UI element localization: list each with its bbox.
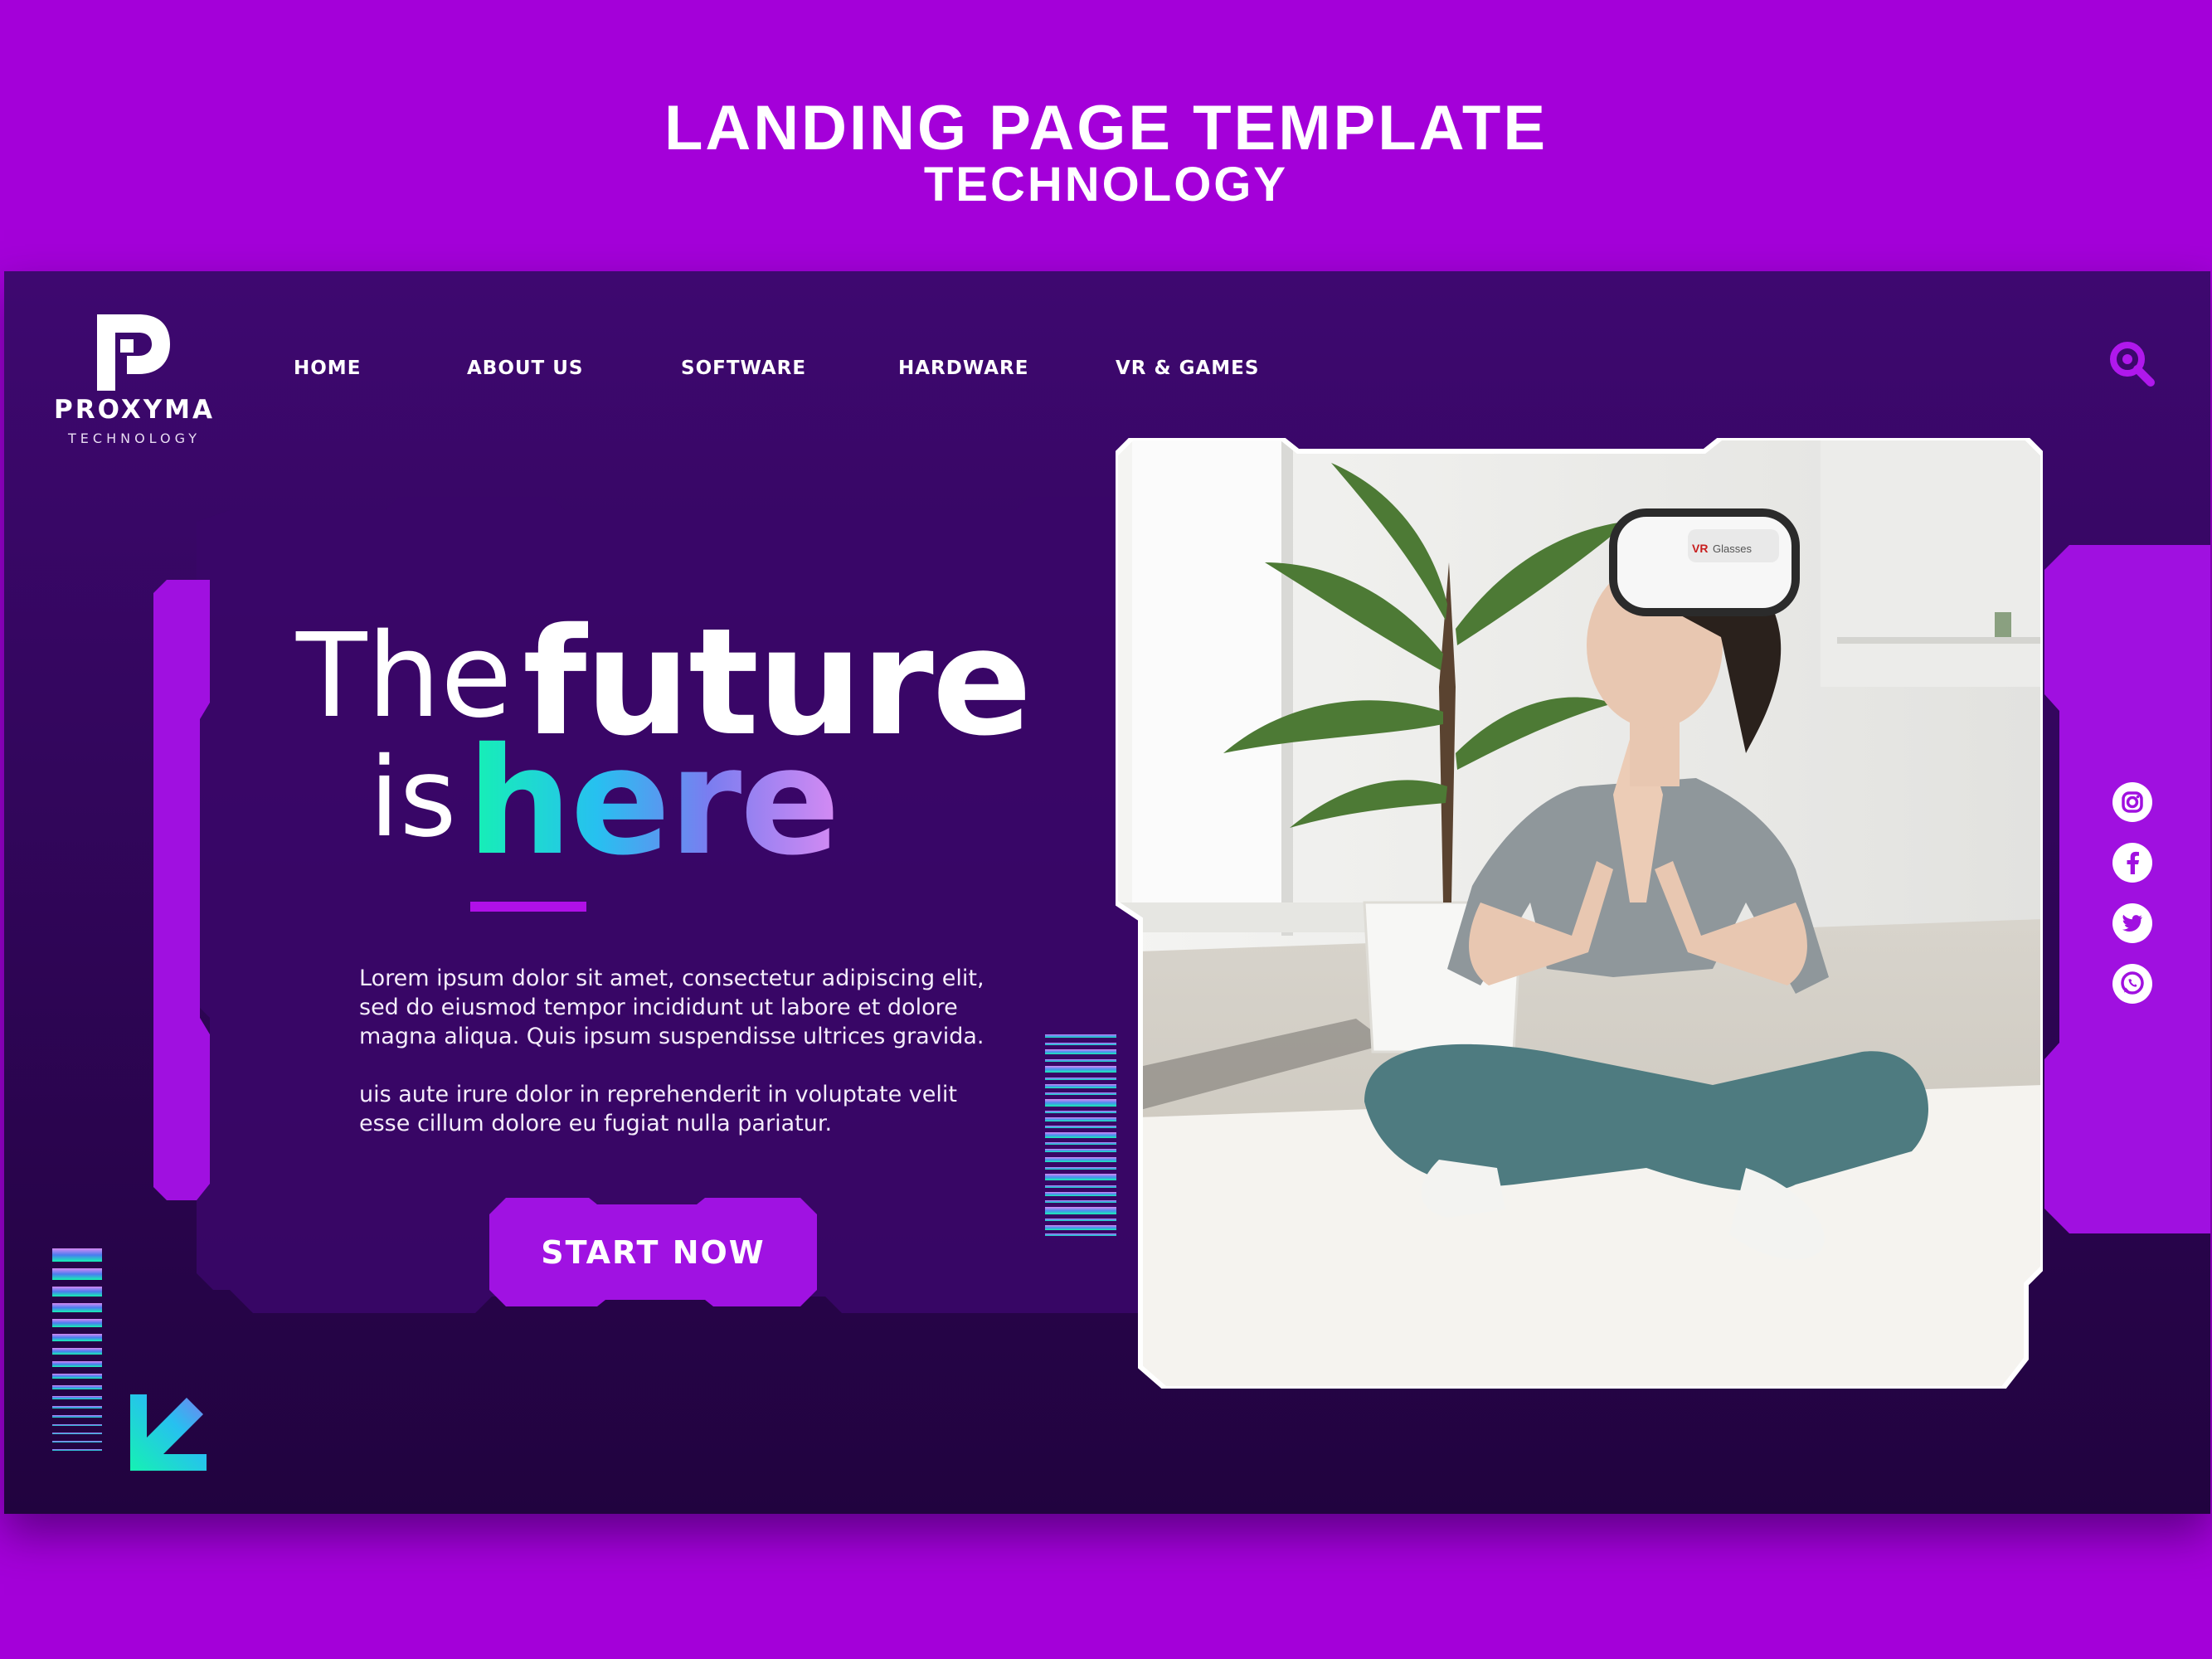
- start-now-label: START NOW: [541, 1233, 766, 1271]
- svg-text:Glasses: Glasses: [1713, 542, 1752, 555]
- brand-name: PROXYMA: [53, 395, 216, 425]
- instagram-icon[interactable]: [2111, 781, 2154, 824]
- hero-photo: VR Glasses: [1116, 438, 2043, 1389]
- nav-item-vr-games[interactable]: VR & GAMES: [1116, 358, 1259, 379]
- hero-paragraph-2: uis aute irure dolor in reprehenderit in…: [359, 1082, 957, 1136]
- brand-tagline: TECHNOLOGY: [68, 431, 201, 446]
- landing-page-mockup: PROXYMA TECHNOLOGY HOME ABOUT US SOFTWAR…: [4, 271, 2210, 1514]
- equalizer-decoration: [52, 1248, 102, 1451]
- hero-word-is: is: [369, 734, 457, 862]
- twitter-icon[interactable]: [2111, 902, 2154, 945]
- facebook-icon[interactable]: [2111, 841, 2154, 884]
- whatsapp-icon[interactable]: [2111, 962, 2154, 1005]
- hero-paragraph-1: Lorem ipsum dolor sit amet, consectetur …: [359, 966, 984, 1049]
- nav-item-about-us[interactable]: ABOUT US: [467, 358, 584, 379]
- nav-item-home[interactable]: HOME: [294, 358, 361, 379]
- page-header-title: LANDING PAGE TEMPLATE: [664, 93, 1548, 163]
- arrow-down-left-icon: [130, 1394, 207, 1471]
- nav-item-hardware[interactable]: HARDWARE: [898, 358, 1028, 379]
- hero-word-here: here: [467, 716, 840, 888]
- hero-underline: [470, 902, 586, 912]
- p-letter-logo-icon: [97, 314, 170, 391]
- svg-text:VR: VR: [1692, 542, 1708, 555]
- search-icon[interactable]: [2107, 339, 2157, 389]
- nav-item-software[interactable]: SOFTWARE: [681, 358, 806, 379]
- start-now-button[interactable]: START NOW: [489, 1198, 817, 1306]
- barcode-decoration: [1045, 1034, 1116, 1236]
- social-sidebar-panel: [2044, 545, 2210, 1233]
- page-header-subtitle: TECHNOLOGY: [923, 158, 1289, 212]
